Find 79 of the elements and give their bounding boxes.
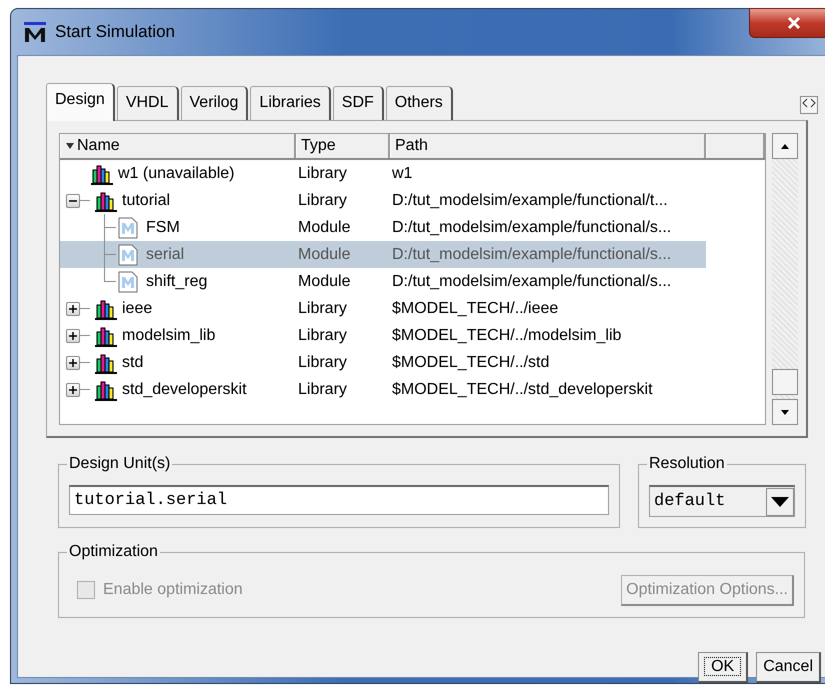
tree-cell-text: Library	[297, 380, 348, 400]
group-label: Design Unit(s)	[67, 455, 172, 473]
library-icon	[90, 162, 114, 184]
tree-cell-text: Library	[297, 352, 348, 372]
path-cell-text: w1	[391, 164, 414, 184]
column-header: Path	[390, 134, 706, 158]
group-label: Optimization	[67, 543, 160, 561]
up-arrow-icon	[781, 144, 790, 148]
dropdown-arrow-icon	[770, 496, 790, 508]
module-icon	[118, 216, 138, 238]
tree-row[interactable]: ieee Library $MODEL_TECH/../ieee	[60, 295, 706, 322]
library-name: ieee	[121, 298, 154, 318]
scroll-thumb[interactable]	[772, 369, 798, 395]
library-icon	[94, 378, 118, 400]
tree-cell-text: Library	[297, 164, 348, 184]
tab[interactable]: VHDL	[116, 86, 178, 120]
tree-row[interactable]: shift_reg Module D:/tut_modelsim/example/functional/s...	[60, 268, 706, 295]
expander-expand-icon[interactable]	[66, 382, 80, 396]
tree-row[interactable]: tutorial Library D:/tut_modelsim/example/functional/t...	[60, 187, 706, 214]
design-unit-field[interactable]: tutorial.serial	[69, 485, 609, 515]
down-arrow-icon	[781, 410, 790, 414]
path-cell-text: D:/tut_modelsim/example/functional/s...	[391, 218, 672, 238]
tab[interactable]: Design	[46, 83, 115, 121]
checkbox-label: Enable optimization	[103, 580, 243, 600]
path-cell-text: D:/tut_modelsim/example/functional/s...	[391, 272, 672, 292]
path-cell-text: D:/tut_modelsim/example/functional/t...	[391, 190, 669, 210]
tree-cell-text: Module	[297, 218, 352, 238]
dialog-button[interactable]: OK	[698, 652, 748, 683]
tree-row[interactable]: std_developerskit Library $MODEL_TECH/../std_developerskit	[60, 376, 706, 403]
library-icon	[94, 298, 118, 320]
tree-cell-text: Library	[297, 298, 348, 318]
tab-scroll-arrows[interactable]	[800, 96, 818, 114]
tree-row[interactable]: w1 (unavailable) Library w1	[60, 160, 706, 187]
tab[interactable]: SDF	[332, 86, 384, 120]
module-icon	[118, 244, 138, 266]
library-icon	[94, 190, 118, 212]
path-cell-text: D:/tut_modelsim/example/functional/s...	[391, 244, 672, 264]
expander-expand-icon[interactable]	[66, 356, 80, 370]
library-icon	[94, 324, 118, 346]
close-button[interactable]	[749, 8, 825, 38]
resolution-dropdown[interactable]: default	[649, 485, 795, 517]
module-name: shift_reg	[145, 272, 208, 292]
tree-row[interactable]: FSM Module D:/tut_modelsim/example/functional/s...	[60, 214, 706, 241]
tree-row[interactable]: serial Module D:/tut_modelsim/example/functional/s...	[60, 241, 706, 268]
tree-row[interactable]: modelsim_lib Library $MODEL_TECH/../modelsim_lib	[60, 322, 706, 349]
close-icon	[787, 16, 801, 30]
app-logo-icon	[23, 21, 47, 43]
path-cell-text: $MODEL_TECH/../ieee	[391, 298, 560, 318]
path-cell-text: $MODEL_TECH/../std_developerskit	[391, 380, 654, 400]
sort-arrow-icon	[65, 142, 75, 150]
library-name: std	[121, 352, 144, 372]
tree-cell-text: Module	[297, 244, 352, 264]
dialog-button[interactable]: Cancel	[756, 652, 821, 683]
window-title: Start Simulation	[55, 21, 175, 44]
tree-cell-text: Module	[297, 272, 352, 292]
library-name: modelsim_lib	[121, 326, 216, 346]
path-cell-text: $MODEL_TECH/../modelsim_lib	[391, 326, 622, 346]
library-name: std_developerskit	[121, 380, 248, 400]
module-icon	[118, 270, 138, 292]
scroll-up-button[interactable]	[772, 133, 798, 159]
module-name: FSM	[145, 218, 181, 238]
column-header: Name	[77, 136, 120, 156]
column-header: Type	[296, 134, 390, 158]
tab[interactable]: Verilog	[180, 86, 248, 120]
library-icon	[94, 352, 118, 374]
scroll-down-button[interactable]	[772, 399, 798, 425]
vertical-scrollbar[interactable]	[772, 133, 798, 425]
expander-expand-icon[interactable]	[66, 328, 80, 342]
expander-collapse-icon[interactable]	[66, 194, 80, 208]
tree-row[interactable]: std Library $MODEL_TECH/../std	[60, 349, 706, 376]
module-name: serial	[145, 244, 186, 264]
expander-expand-icon[interactable]	[66, 302, 80, 316]
tree-cell-text: Library	[297, 190, 348, 210]
library-name: tutorial	[121, 190, 172, 210]
library-name: w1 (unavailable)	[117, 164, 236, 184]
tab[interactable]: Others	[386, 86, 453, 120]
tab[interactable]: Libraries	[250, 86, 331, 120]
path-cell-text: $MODEL_TECH/../std	[391, 352, 550, 372]
tree-cell-text: Library	[297, 326, 348, 346]
